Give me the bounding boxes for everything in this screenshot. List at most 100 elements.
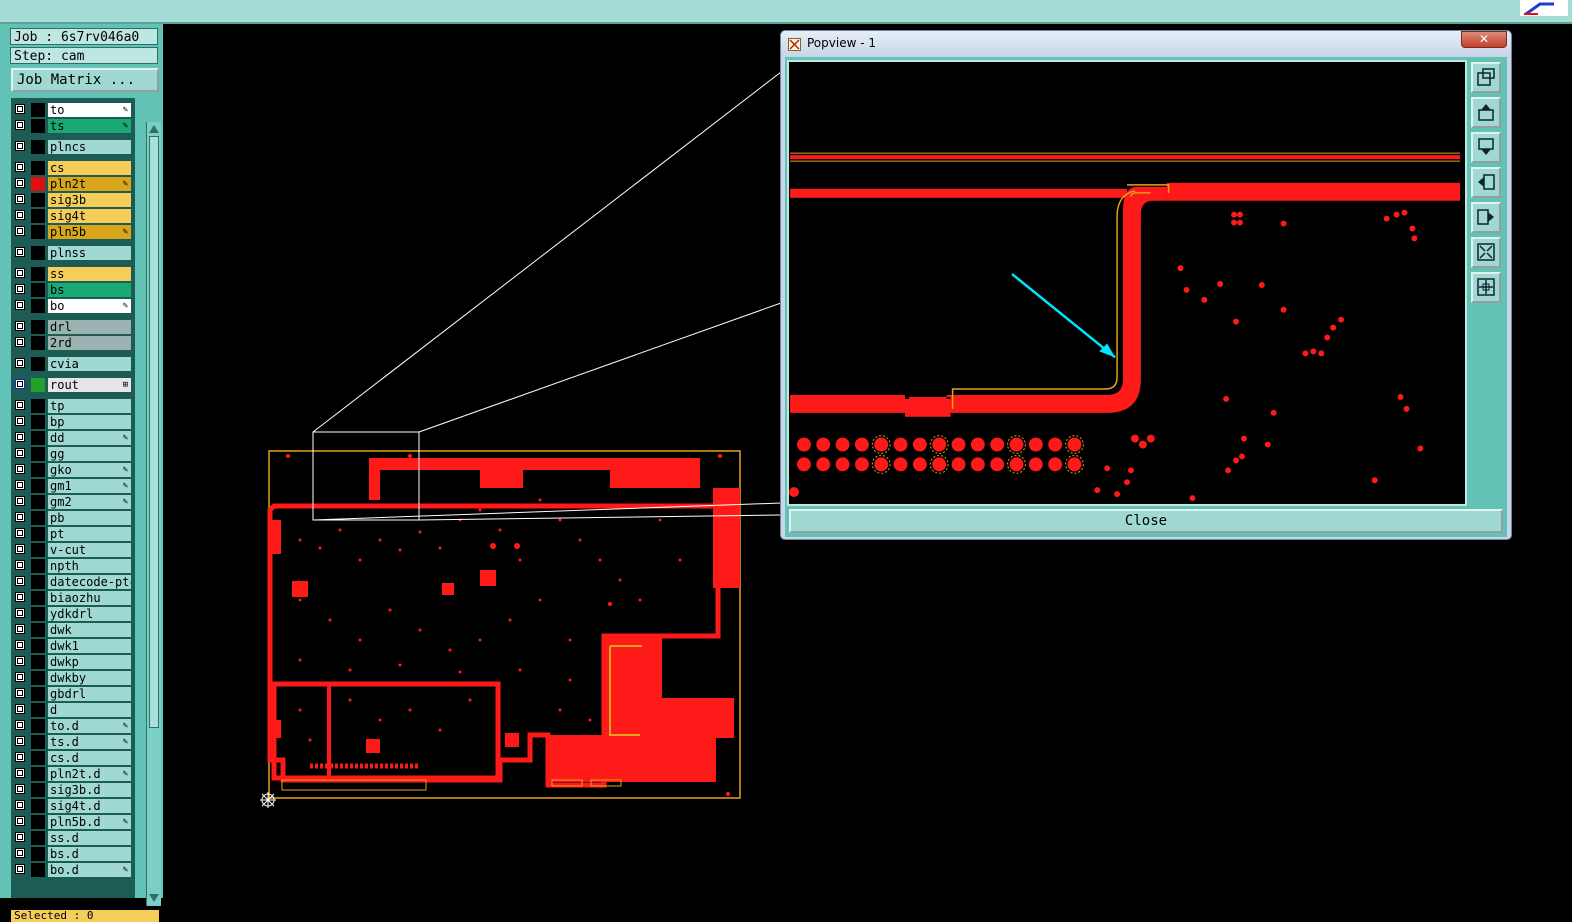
layer-color-swatch[interactable] (31, 863, 45, 877)
layer-name[interactable]: drl (48, 320, 131, 334)
layer-row-2rd[interactable]: 2rd (11, 335, 135, 351)
layer-color-swatch[interactable] (31, 559, 45, 573)
layer-row-pln5b[interactable]: pln5b ✎ (11, 224, 135, 240)
pan-left-button[interactable] (1471, 167, 1501, 198)
layer-name[interactable]: to.d ✎ (48, 719, 131, 733)
layer-row-bo[interactable]: bo ✎ (11, 298, 135, 314)
layer-checkbox[interactable] (15, 800, 25, 810)
layer-color-swatch[interactable] (31, 463, 45, 477)
layer-row-ts[interactable]: ts ✎ (11, 118, 135, 134)
layer-checkbox[interactable] (15, 864, 25, 874)
layer-color-swatch[interactable] (31, 815, 45, 829)
layer-row-bo-d[interactable]: bo.d ✎ (11, 862, 135, 878)
layer-name[interactable]: bp (48, 415, 131, 429)
layer-name[interactable]: to ✎ (48, 103, 131, 117)
layer-color-swatch[interactable] (31, 543, 45, 557)
layer-name[interactable]: npth (48, 559, 131, 573)
layer-row-gko[interactable]: gko ✎ (11, 462, 135, 478)
layer-checkbox[interactable] (15, 576, 25, 586)
layer-checkbox[interactable] (15, 672, 25, 682)
layer-color-swatch[interactable] (31, 703, 45, 717)
layer-row-gbdrl[interactable]: gbdrl (11, 686, 135, 702)
layer-color-swatch[interactable] (31, 623, 45, 637)
layer-row-bs-d[interactable]: bs.d (11, 846, 135, 862)
layer-color-swatch[interactable] (31, 511, 45, 525)
layer-name[interactable]: plncs (48, 140, 131, 154)
layer-color-swatch[interactable] (31, 177, 45, 191)
layer-color-swatch[interactable] (31, 831, 45, 845)
layer-name[interactable]: bo.d ✎ (48, 863, 131, 877)
layer-name[interactable]: ss.d (48, 831, 131, 845)
layer-checkbox[interactable] (15, 247, 25, 257)
layer-row-ydkdrl[interactable]: ydkdrl (11, 606, 135, 622)
layer-row-ss-d[interactable]: ss.d (11, 830, 135, 846)
layer-color-swatch[interactable] (31, 495, 45, 509)
scroll-down-icon[interactable] (148, 892, 160, 904)
layer-name[interactable]: pln5b.d ✎ (48, 815, 131, 829)
layer-row-dd[interactable]: dd ✎ (11, 430, 135, 446)
layer-checkbox[interactable] (15, 120, 25, 130)
layer-name[interactable]: dwk1 (48, 639, 131, 653)
layer-color-swatch[interactable] (31, 415, 45, 429)
layer-row-cs[interactable]: cs (11, 160, 135, 176)
layer-name[interactable]: sig4t (48, 209, 131, 223)
layer-name[interactable]: gbdrl (48, 687, 131, 701)
layer-color-swatch[interactable] (31, 687, 45, 701)
layer-scrollbar[interactable] (146, 122, 161, 906)
layer-row-pln5b-d[interactable]: pln5b.d ✎ (11, 814, 135, 830)
layer-row-to[interactable]: to ✎ (11, 102, 135, 118)
layer-name[interactable]: gm1 ✎ (48, 479, 131, 493)
layer-checkbox[interactable] (15, 194, 25, 204)
layer-color-swatch[interactable] (31, 751, 45, 765)
layer-row-drl[interactable]: drl (11, 319, 135, 335)
popview-zoom-canvas[interactable] (787, 60, 1467, 506)
layer-row-cvia[interactable]: cvia (11, 356, 135, 372)
window-close-button[interactable]: ✕ (1461, 31, 1507, 48)
layer-name[interactable]: pt (48, 527, 131, 541)
layer-color-swatch[interactable] (31, 447, 45, 461)
popview-titlebar[interactable]: Popview - 1 ✕ (781, 31, 1511, 57)
layer-checkbox[interactable] (15, 704, 25, 714)
layer-checkbox[interactable] (15, 656, 25, 666)
layer-name[interactable]: bs (48, 283, 131, 297)
zoom-window-button[interactable] (1471, 62, 1501, 93)
layer-row-npth[interactable]: npth (11, 558, 135, 574)
layer-name[interactable]: cs.d (48, 751, 131, 765)
pan-up-button[interactable] (1471, 97, 1501, 128)
layer-checkbox[interactable] (15, 268, 25, 278)
scroll-up-icon[interactable] (148, 123, 160, 135)
layer-checkbox[interactable] (15, 816, 25, 826)
layer-row-tp[interactable]: tp (11, 398, 135, 414)
layer-row-sig4t[interactable]: sig4t (11, 208, 135, 224)
layer-checkbox[interactable] (15, 496, 25, 506)
layer-row-biaozhu[interactable]: biaozhu (11, 590, 135, 606)
layer-color-swatch[interactable] (31, 607, 45, 621)
layer-row-pt[interactable]: pt (11, 526, 135, 542)
layer-name[interactable]: dwkp (48, 655, 131, 669)
layer-checkbox[interactable] (15, 464, 25, 474)
layer-name[interactable]: tp (48, 399, 131, 413)
layer-color-swatch[interactable] (31, 103, 45, 117)
layer-name[interactable]: sig3b.d (48, 783, 131, 797)
layer-row-pln2t-d[interactable]: pln2t.d ✎ (11, 766, 135, 782)
layer-color-swatch[interactable] (31, 783, 45, 797)
layer-name[interactable]: sig4t.d (48, 799, 131, 813)
layer-color-swatch[interactable] (31, 336, 45, 350)
layer-row-datecode-ptc[interactable]: datecode-ptc (11, 574, 135, 590)
pan-right-button[interactable] (1471, 202, 1501, 233)
layer-checkbox[interactable] (15, 608, 25, 618)
layer-name[interactable]: v-cut (48, 543, 131, 557)
layer-color-swatch[interactable] (31, 591, 45, 605)
layer-checkbox[interactable] (15, 141, 25, 151)
layer-row-dwk1[interactable]: dwk1 (11, 638, 135, 654)
layer-color-swatch[interactable] (31, 378, 45, 392)
layer-row-pb[interactable]: pb (11, 510, 135, 526)
layer-name[interactable]: dd ✎ (48, 431, 131, 445)
layer-checkbox[interactable] (15, 688, 25, 698)
layer-name[interactable]: rout ⊞ (48, 378, 131, 392)
layer-checkbox[interactable] (15, 720, 25, 730)
layer-name[interactable]: pln5b ✎ (48, 225, 131, 239)
layer-color-swatch[interactable] (31, 267, 45, 281)
layer-color-swatch[interactable] (31, 161, 45, 175)
layer-checkbox[interactable] (15, 592, 25, 602)
